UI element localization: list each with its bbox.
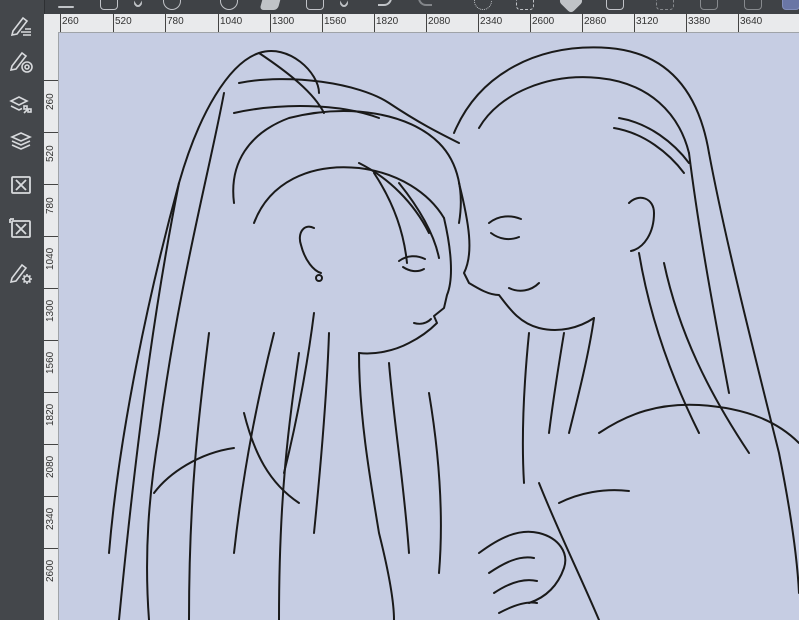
ruler-label: 1300 xyxy=(272,16,295,27)
ruler-label: 780 xyxy=(167,16,184,27)
ruler-tick xyxy=(374,14,375,32)
new-layer-icon[interactable] xyxy=(100,0,118,10)
ruler-label: 3120 xyxy=(636,16,659,27)
gradient-icon xyxy=(744,0,762,10)
ruler-label: 1560 xyxy=(45,351,56,374)
ruler-label: 520 xyxy=(45,145,56,162)
ruler-tick xyxy=(478,14,479,32)
ruler-corner xyxy=(44,14,58,32)
ruler-label: 1820 xyxy=(45,403,56,426)
ruler-tick xyxy=(530,14,531,32)
layers-icon[interactable] xyxy=(6,126,36,156)
chevron-down-icon[interactable] xyxy=(338,0,350,9)
selection-icon xyxy=(700,0,718,10)
ruler-tick xyxy=(44,340,58,341)
menu-icon[interactable] xyxy=(58,6,74,8)
ruler-label: 3640 xyxy=(740,16,763,27)
ruler-label: 3380 xyxy=(688,16,711,27)
ruler-tick xyxy=(738,14,739,32)
ruler-tick xyxy=(426,14,427,32)
ruler-label: 2340 xyxy=(480,16,503,27)
ruler-tick xyxy=(44,444,58,445)
ruler-label: 2080 xyxy=(428,16,451,27)
ruler-label: 1300 xyxy=(45,299,56,322)
ruler-tick xyxy=(44,288,58,289)
crop-icon[interactable] xyxy=(606,0,624,10)
ruler-label: 1040 xyxy=(45,247,56,270)
ruler-label: 2600 xyxy=(45,559,56,582)
ruler-tick xyxy=(322,14,323,32)
ruler-label: 1560 xyxy=(324,16,347,27)
ruler-tick xyxy=(44,496,58,497)
ruler-icon xyxy=(656,0,674,10)
ruler-tick xyxy=(44,132,58,133)
ruler-tick xyxy=(44,80,58,81)
ruler-label: 520 xyxy=(115,16,132,27)
chevron-down-icon[interactable] xyxy=(132,0,144,9)
vertical-ruler: 260 520 780 1040 1300 1560 1820 2080 234… xyxy=(44,32,59,620)
ruler-tick xyxy=(113,14,114,32)
ruler-label: 780 xyxy=(45,197,56,214)
pen-settings-icon[interactable] xyxy=(6,258,36,288)
ruler-label: 1820 xyxy=(376,16,399,27)
clear-layer-icon[interactable] xyxy=(6,170,36,200)
layer-settings-icon[interactable] xyxy=(6,89,36,119)
ruler-label: 2600 xyxy=(532,16,555,27)
ruler-tick xyxy=(582,14,583,32)
ruler-tick xyxy=(60,14,61,32)
layer-mask-icon[interactable] xyxy=(163,0,181,10)
ruler-tick xyxy=(218,14,219,32)
ruler-tick xyxy=(165,14,166,32)
loading-icon xyxy=(474,0,492,10)
top-toolbar xyxy=(0,0,799,14)
ruler-tick xyxy=(686,14,687,32)
ruler-tick xyxy=(44,548,58,549)
ruler-tick xyxy=(634,14,635,32)
add-layer-icon[interactable] xyxy=(220,0,238,10)
left-command-bar xyxy=(0,0,45,620)
transform-icon[interactable] xyxy=(516,0,534,10)
horizontal-ruler: 260 520 780 1040 1300 1560 1820 2080 234… xyxy=(58,14,799,33)
ruler-label: 2340 xyxy=(45,507,56,530)
undo-icon[interactable] xyxy=(378,0,392,6)
pen-layer-icon[interactable] xyxy=(6,10,36,40)
redo-icon xyxy=(418,0,432,6)
eraser-icon[interactable] xyxy=(259,0,283,10)
ruler-label: 260 xyxy=(62,16,79,27)
pen-target-icon[interactable] xyxy=(6,46,36,76)
fill-icon[interactable] xyxy=(306,0,324,10)
line-art-illustration xyxy=(108,46,799,620)
frame-icon[interactable] xyxy=(782,0,799,10)
ruler-tick xyxy=(44,392,58,393)
fill-bucket-icon[interactable] xyxy=(558,0,584,14)
ruler-label: 2860 xyxy=(584,16,607,27)
ruler-tick xyxy=(44,236,58,237)
drawing-canvas[interactable] xyxy=(59,33,799,620)
ruler-tick xyxy=(44,184,58,185)
ruler-label: 2080 xyxy=(45,455,56,478)
clear-selection-icon[interactable] xyxy=(6,214,36,244)
ruler-tick xyxy=(270,14,271,32)
ruler-label: 1040 xyxy=(220,16,243,27)
ruler-label: 260 xyxy=(45,93,56,110)
